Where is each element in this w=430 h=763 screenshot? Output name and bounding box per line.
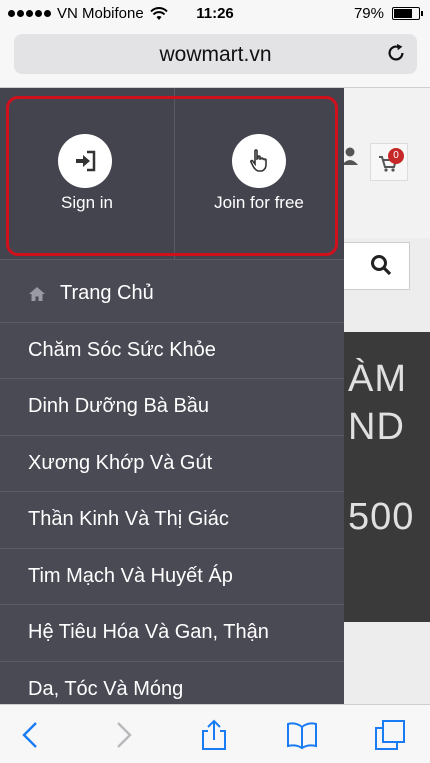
join-icon-circle bbox=[232, 134, 286, 188]
menu-item-pregnancy-nutrition[interactable]: Dinh Dưỡng Bà Bầu bbox=[0, 379, 344, 436]
url-text: wowmart.vn bbox=[159, 43, 272, 66]
join-label: Join for free bbox=[214, 193, 304, 212]
sign-in-label: Sign in bbox=[61, 193, 113, 212]
bookmarks-icon[interactable] bbox=[286, 719, 318, 751]
battery-group: 79% bbox=[353, 5, 423, 22]
join-button[interactable]: Join for free bbox=[174, 88, 344, 260]
menu-item-label: Hệ Tiêu Hóa Và Gan, Thận bbox=[28, 621, 269, 644]
status-bar: VN Mobifone 11:26 79% bbox=[0, 0, 430, 28]
hand-pointer-icon bbox=[250, 149, 267, 172]
category-menu: Trang Chủ Chăm Sóc Sức Khỏe Dinh Dưỡng B… bbox=[0, 266, 344, 704]
cart-count-badge: 0 bbox=[388, 148, 404, 164]
banner-text-3: 500 bbox=[348, 496, 415, 538]
battery-percent: 79% bbox=[353, 5, 384, 22]
menu-item-digestion-liver-kidney[interactable]: Hệ Tiêu Hóa Và Gan, Thận bbox=[0, 605, 344, 662]
menu-item-label: Tim Mạch Và Huyết Áp bbox=[28, 564, 233, 587]
url-field[interactable]: wowmart.vn bbox=[14, 34, 417, 74]
banner-text-2: ND bbox=[348, 406, 405, 448]
browser-toolbar bbox=[0, 704, 430, 763]
tabs-icon[interactable] bbox=[374, 719, 406, 751]
search-icon[interactable] bbox=[370, 254, 392, 276]
menu-item-label: Da, Tóc Và Móng bbox=[28, 677, 184, 700]
menu-item-joints-gout[interactable]: Xương Khớp Và Gút bbox=[0, 436, 344, 492]
battery-icon bbox=[392, 7, 423, 20]
cart-button[interactable] bbox=[370, 143, 408, 181]
banner-text-1: ÀM bbox=[348, 358, 407, 400]
sign-in-icon-circle bbox=[58, 134, 112, 188]
side-drawer: Sign in Join for free Trang Chủ Chăm Sóc… bbox=[0, 88, 344, 704]
back-icon[interactable] bbox=[16, 719, 48, 751]
auth-panel: Sign in Join for free bbox=[0, 88, 344, 260]
menu-item-label: Trang Chủ bbox=[60, 282, 154, 305]
menu-item-nerves-vision[interactable]: Thần Kinh Và Thị Giác bbox=[0, 492, 344, 549]
menu-item-health-care[interactable]: Chăm Sóc Sức Khỏe bbox=[0, 323, 344, 379]
menu-item-label: Dinh Dưỡng Bà Bầu bbox=[28, 395, 210, 418]
browser-address-bar: wowmart.vn bbox=[0, 28, 430, 88]
menu-item-label: Chăm Sóc Sức Khỏe bbox=[28, 338, 216, 361]
menu-item-label: Thần Kinh Và Thị Giác bbox=[28, 508, 229, 531]
share-icon[interactable] bbox=[198, 719, 230, 751]
menu-item-heart-blood-pressure[interactable]: Tim Mạch Và Huyết Áp bbox=[0, 549, 344, 605]
home-icon bbox=[29, 286, 45, 301]
menu-item-label: Xương Khớp Và Gút bbox=[28, 451, 213, 474]
forward-icon[interactable] bbox=[108, 719, 140, 751]
sign-in-icon bbox=[76, 150, 96, 172]
menu-item-home[interactable]: Trang Chủ bbox=[0, 266, 344, 323]
reload-icon[interactable] bbox=[385, 42, 407, 64]
menu-item-skin-hair-nails[interactable]: Da, Tóc Và Móng bbox=[0, 662, 344, 705]
sign-in-button[interactable]: Sign in bbox=[0, 88, 174, 260]
